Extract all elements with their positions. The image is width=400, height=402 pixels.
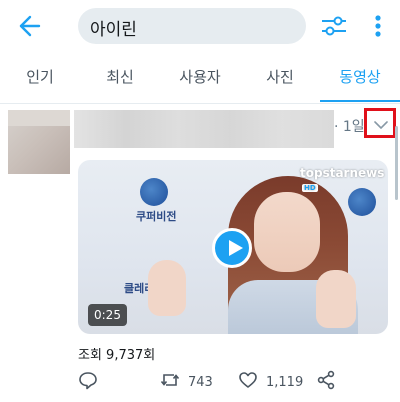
search-input[interactable]: 아이린: [78, 8, 306, 44]
tab-latest[interactable]: 최신: [80, 56, 160, 102]
retweet-icon: [160, 370, 180, 394]
like-button[interactable]: 1,119: [238, 370, 303, 394]
tab-photos[interactable]: 사진: [240, 56, 320, 102]
tab-videos[interactable]: 동영상: [320, 56, 400, 102]
video-player[interactable]: 쿠퍼비전 클레리 topstarnewsHD 0:25: [78, 160, 388, 334]
share-button[interactable]: [316, 370, 336, 394]
retweet-count: 743: [188, 374, 213, 390]
tab-people[interactable]: 사용자: [160, 56, 240, 102]
reply-button[interactable]: [78, 370, 98, 394]
search-query: 아이린: [90, 20, 137, 40]
backdrop-text: 쿠퍼비전: [136, 210, 177, 223]
play-icon: [229, 240, 243, 256]
tab-top[interactable]: 인기: [0, 56, 80, 102]
top-bar: 아이린: [0, 0, 400, 52]
play-button[interactable]: [212, 228, 252, 268]
avatar-blur-strip: [8, 110, 70, 126]
back-arrow-icon[interactable]: [14, 12, 44, 40]
author-name-blurred: [74, 110, 334, 148]
view-count: 조회 9,737회: [78, 348, 156, 363]
like-icon: [238, 370, 258, 394]
scrollbar[interactable]: [395, 126, 398, 200]
share-icon: [316, 370, 336, 394]
video-subject-hand: [316, 270, 356, 328]
video-subject-hand: [148, 260, 186, 316]
retweet-button[interactable]: 743: [160, 370, 213, 394]
active-tab-indicator: [320, 100, 400, 102]
filter-icon[interactable]: [320, 12, 348, 40]
video-watermark: topstarnews HD: [300, 166, 388, 194]
tweet-menu-highlight[interactable]: [364, 108, 396, 138]
video-subject-face: [254, 192, 320, 272]
watermark-badge: HD: [302, 183, 318, 192]
search-tabs: 인기 최신 사용자 사진 동영상: [0, 56, 400, 104]
tweet-time: · 1일: [334, 119, 365, 135]
like-count: 1,119: [266, 374, 304, 390]
backdrop-logo: [140, 178, 168, 206]
reply-icon: [78, 370, 98, 394]
watermark-text: topstarnews: [300, 166, 385, 180]
more-vertical-icon[interactable]: [368, 12, 388, 40]
chevron-down-icon: [374, 117, 388, 131]
video-duration: 0:25: [88, 304, 127, 326]
tweet-actions: 743 1,119: [78, 370, 398, 394]
